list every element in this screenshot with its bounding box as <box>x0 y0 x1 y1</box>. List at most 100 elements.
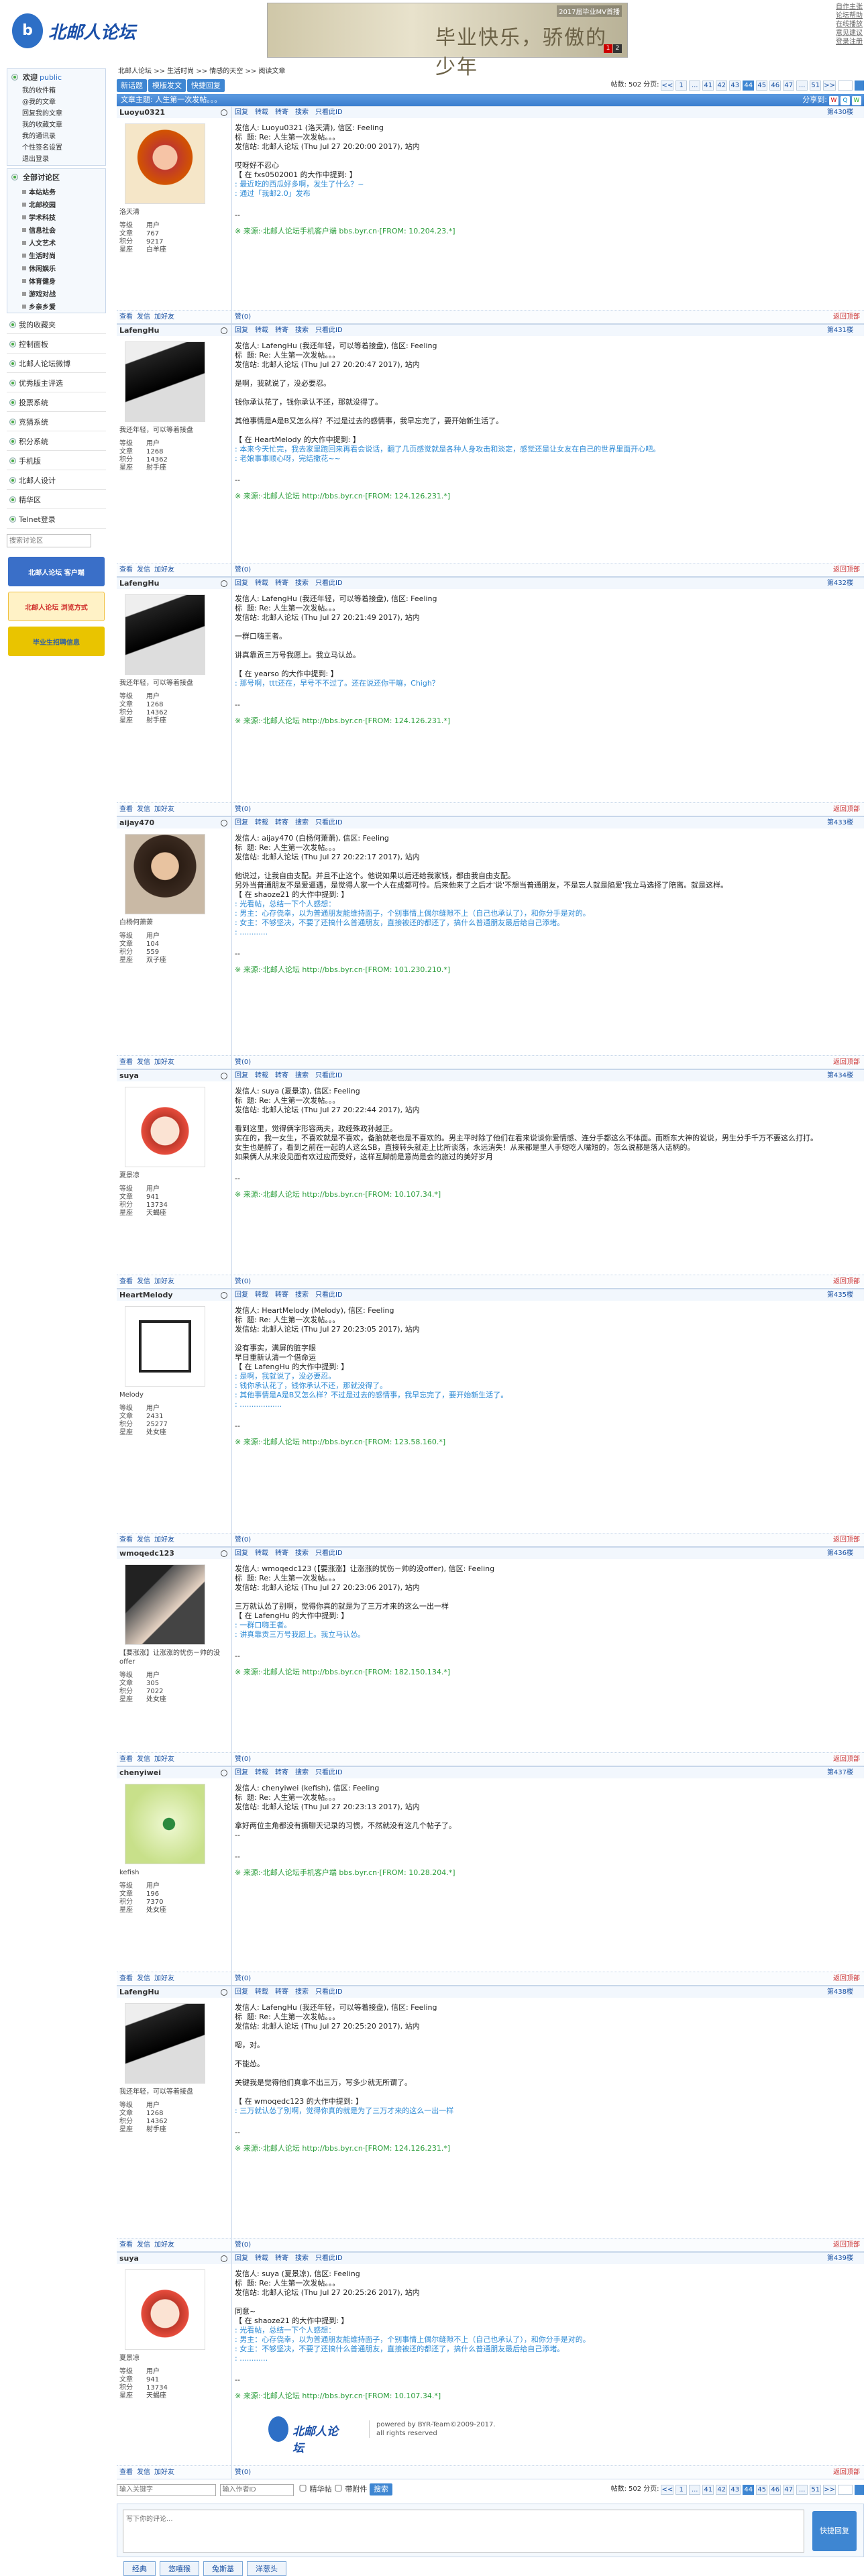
forward-link[interactable]: 转载 <box>255 580 268 587</box>
sidebar-section-label[interactable]: Telnet登录 <box>19 515 56 524</box>
add-friend-link[interactable]: 加好友 <box>154 1756 174 1763</box>
page-button[interactable]: ... <box>689 2485 701 2495</box>
add-friend-link[interactable]: 加好友 <box>154 806 174 813</box>
like-button[interactable]: 赞(0) <box>235 2241 251 2249</box>
only-id-link[interactable]: 只看此ID <box>315 2255 343 2262</box>
forward-link[interactable]: 转载 <box>255 1550 268 1557</box>
page-button[interactable]: 41 <box>702 80 714 91</box>
go-button[interactable] <box>855 2485 864 2495</box>
post-author[interactable]: HeartMelody <box>117 1289 232 1301</box>
forward-link[interactable]: 转载 <box>255 2255 268 2262</box>
board-item[interactable]: 人文艺术 <box>7 236 105 249</box>
reply-link[interactable]: 回复 <box>235 1291 248 1299</box>
board-item[interactable]: 休闲娱乐 <box>7 262 105 274</box>
repost-link[interactable]: 转寄 <box>275 1988 288 1996</box>
only-id-link[interactable]: 只看此ID <box>315 327 343 334</box>
search-link[interactable]: 搜索 <box>295 1769 309 1776</box>
emoji-tab[interactable]: 洋葱头 <box>247 2561 286 2576</box>
view-profile-link[interactable]: 查看 <box>119 566 133 574</box>
post-author-name[interactable]: aijay470 <box>119 818 154 827</box>
view-profile-link[interactable]: 查看 <box>119 1536 133 1544</box>
back-to-top-link[interactable]: 返回顶部 <box>833 1534 860 1547</box>
wechat-share-icon[interactable]: W <box>852 96 861 105</box>
back-to-top-link[interactable]: 返回顶部 <box>833 1753 860 1766</box>
search-button[interactable]: 搜索 <box>370 2483 392 2496</box>
top-link[interactable]: 在线播放 <box>836 20 863 29</box>
send-mail-link[interactable]: 发信 <box>137 806 150 813</box>
page-button[interactable]: 41 <box>702 2485 714 2495</box>
user-avatar[interactable] <box>125 1087 205 1167</box>
only-id-link[interactable]: 只看此ID <box>315 1769 343 1776</box>
go-button[interactable] <box>855 80 864 91</box>
reply-link[interactable]: 回复 <box>235 1988 248 1996</box>
send-mail-link[interactable]: 发信 <box>137 313 150 321</box>
emoji-tab[interactable]: 经典 <box>123 2561 156 2576</box>
sidebar-section[interactable]: 精华区 <box>7 491 106 509</box>
page-button[interactable]: 43 <box>729 2485 741 2495</box>
like-button[interactable]: 赞(0) <box>235 2469 251 2476</box>
post-author-name[interactable]: wmoqedc123 <box>119 1549 174 1558</box>
back-to-top-link[interactable]: 返回顶部 <box>833 1275 860 1289</box>
crumb-link[interactable]: 情感的天空 <box>209 68 243 75</box>
view-profile-link[interactable]: 查看 <box>119 1278 133 1285</box>
search-link[interactable]: 搜索 <box>295 1988 309 1996</box>
forward-link[interactable]: 转载 <box>255 819 268 826</box>
send-mail-link[interactable]: 发信 <box>137 1536 150 1544</box>
like-button[interactable]: 赞(0) <box>235 1975 251 1982</box>
quick-reply-button[interactable]: 快捷回复 <box>187 79 225 92</box>
user-avatar[interactable] <box>125 1564 205 1645</box>
qq-share-icon[interactable]: Q <box>840 96 850 105</box>
sidebar-section[interactable]: 北邮人设计 <box>7 472 106 490</box>
board-search-input[interactable] <box>7 534 91 547</box>
page-button[interactable]: 46 <box>769 80 781 91</box>
browse-ad[interactable]: 北邮人论坛 浏览方式 <box>8 592 105 621</box>
search-link[interactable]: 搜索 <box>295 109 309 116</box>
view-profile-link[interactable]: 查看 <box>119 1756 133 1763</box>
elite-checkbox[interactable]: 精华帖 <box>299 2485 332 2493</box>
like-button[interactable]: 赞(0) <box>235 566 251 574</box>
add-friend-link[interactable]: 加好友 <box>154 2241 174 2249</box>
sidebar-section[interactable]: 北邮人论坛微博 <box>7 355 106 373</box>
user-avatar[interactable] <box>125 834 205 914</box>
like-button[interactable]: 赞(0) <box>235 806 251 813</box>
post-floor[interactable]: 第439楼 <box>827 2253 853 2265</box>
board-item[interactable]: 本站站务 <box>7 185 105 198</box>
go-input[interactable] <box>838 2485 853 2495</box>
add-friend-link[interactable]: 加好友 <box>154 313 174 321</box>
page-button[interactable]: 43 <box>729 80 741 91</box>
only-id-link[interactable]: 只看此ID <box>315 1988 343 1996</box>
send-mail-link[interactable]: 发信 <box>137 2241 150 2249</box>
view-profile-link[interactable]: 查看 <box>119 1059 133 1066</box>
page-button[interactable]: << <box>661 2485 674 2495</box>
sidebar-section[interactable]: 我的收藏夹 <box>7 316 106 334</box>
sidebar-section-label[interactable]: 优秀版主评选 <box>19 379 63 388</box>
repost-link[interactable]: 转寄 <box>275 1291 288 1299</box>
page-button[interactable]: 45 <box>756 80 768 91</box>
go-input[interactable] <box>838 80 853 91</box>
post-author-name[interactable]: Luoyu0321 <box>119 108 165 117</box>
like-button[interactable]: 赞(0) <box>235 1059 251 1066</box>
post-author[interactable]: wmoqedc123 <box>117 1548 232 1559</box>
search-link[interactable]: 搜索 <box>295 1291 309 1299</box>
sidebar-section[interactable]: 手机版 <box>7 452 106 470</box>
view-profile-link[interactable]: 查看 <box>119 313 133 321</box>
only-id-link[interactable]: 只看此ID <box>315 1291 343 1299</box>
search-link[interactable]: 搜索 <box>295 1072 309 1079</box>
like-button[interactable]: 赞(0) <box>235 1536 251 1544</box>
post-floor[interactable]: 第437楼 <box>827 1767 853 1779</box>
view-profile-link[interactable]: 查看 <box>119 1975 133 1982</box>
page-button[interactable]: 51 <box>810 80 822 91</box>
send-mail-link[interactable]: 发信 <box>137 566 150 574</box>
post-floor[interactable]: 第435楼 <box>827 1289 853 1301</box>
reply-link[interactable]: 回复 <box>235 580 248 587</box>
page-button[interactable]: 44 <box>743 80 755 91</box>
post-floor[interactable]: 第436楼 <box>827 1548 853 1560</box>
board-item[interactable]: 乡亲乡爱 <box>7 300 105 313</box>
page-button[interactable]: ... <box>796 80 808 91</box>
like-button[interactable]: 赞(0) <box>235 1756 251 1763</box>
user-avatar[interactable] <box>125 2003 205 2084</box>
reply-link[interactable]: 回复 <box>235 2255 248 2262</box>
emoji-tab[interactable]: 兔斯基 <box>203 2561 243 2576</box>
post-author-name[interactable]: suya <box>119 1071 139 1080</box>
post-author[interactable]: LafengHu <box>117 325 232 336</box>
